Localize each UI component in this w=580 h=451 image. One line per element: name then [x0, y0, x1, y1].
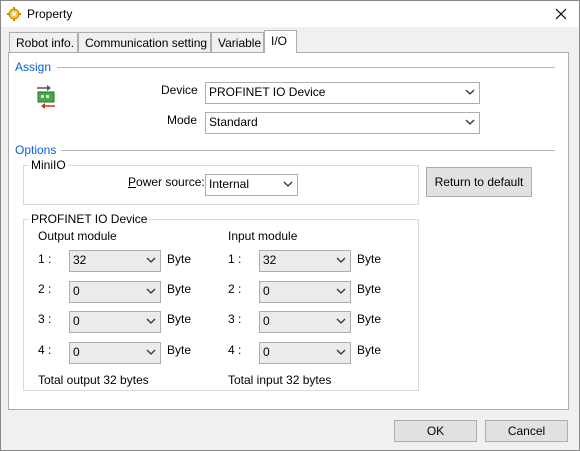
- output-row-index: 3 :: [38, 312, 52, 326]
- tab-label: Variable: [218, 36, 262, 50]
- mode-label: Mode: [167, 113, 198, 127]
- output-module-4-select[interactable]: 0: [69, 342, 161, 364]
- output-module-3-value: 0: [73, 314, 80, 328]
- chevron-down-icon: [336, 349, 346, 355]
- options-divider: [61, 150, 555, 151]
- input-module-2-select[interactable]: 0: [259, 281, 351, 303]
- power-source-mnemonic: P: [128, 175, 137, 189]
- power-source-label: Power source:: [128, 175, 205, 189]
- window-title: Property: [27, 7, 73, 21]
- io-tab-panel: Assign Device PROFINET IO Device Mode St…: [8, 52, 569, 410]
- chevron-down-icon: [336, 288, 346, 294]
- output-row-index: 1 :: [38, 252, 52, 266]
- total-output-text: Total output 32 bytes: [38, 373, 149, 387]
- mode-select[interactable]: Standard: [205, 112, 480, 134]
- tab-label: I/O: [271, 34, 288, 48]
- ok-button[interactable]: OK: [394, 420, 477, 442]
- chevron-down-icon: [336, 257, 346, 263]
- chevron-down-icon: [146, 349, 156, 355]
- output-row-index: 4 :: [38, 343, 52, 357]
- tab-label: Robot info.: [16, 36, 75, 50]
- chevron-down-icon: [146, 318, 156, 324]
- input-module-1-select[interactable]: 32: [259, 250, 351, 272]
- ok-button-label: OK: [426, 424, 445, 438]
- input-row-index: 2 :: [228, 282, 242, 296]
- title-bar: Property: [1, 1, 579, 27]
- chevron-down-icon: [146, 288, 156, 294]
- tab-communication-setting[interactable]: Communication setting: [78, 32, 211, 52]
- tab-variable[interactable]: Variable: [211, 32, 264, 52]
- return-to-default-button[interactable]: Return to default: [426, 167, 532, 197]
- device-label: Device: [161, 83, 198, 97]
- power-source-label-rest: ower source:: [136, 175, 205, 189]
- output-module-1-select[interactable]: 32: [69, 250, 161, 272]
- input-row-index: 1 :: [228, 252, 242, 266]
- input-module-1-value: 32: [263, 253, 277, 267]
- input-row-index: 3 :: [228, 312, 242, 326]
- io-device-icon: [37, 85, 55, 109]
- close-button[interactable]: [547, 3, 575, 25]
- property-dialog: Property Robot info. Communication setti…: [0, 0, 580, 451]
- app-icon: [7, 7, 21, 21]
- input-row-unit: Byte: [357, 252, 382, 266]
- output-module-heading: Output module: [38, 229, 117, 243]
- power-source-value: Internal: [209, 177, 250, 191]
- return-to-default-label: Return to default: [434, 175, 524, 189]
- input-module-3-select[interactable]: 0: [259, 311, 351, 333]
- power-source-select[interactable]: Internal: [205, 174, 298, 196]
- output-module-3-select[interactable]: 0: [69, 311, 161, 333]
- input-module-heading: Input module: [228, 229, 298, 243]
- tab-io[interactable]: I/O: [264, 30, 297, 53]
- profinet-group-title: PROFINET IO Device: [29, 212, 150, 226]
- tab-label: Communication setting: [85, 36, 208, 50]
- chevron-down-icon: [336, 318, 346, 324]
- minio-group-title: MiniIO: [29, 158, 68, 172]
- total-input-text: Total input 32 bytes: [228, 373, 332, 387]
- input-row-unit: Byte: [357, 343, 382, 357]
- chevron-down-icon: [465, 119, 475, 125]
- output-row-unit: Byte: [167, 312, 192, 326]
- output-module-2-value: 0: [73, 284, 80, 298]
- chevron-down-icon: [283, 181, 293, 187]
- input-module-4-value: 0: [263, 345, 270, 359]
- output-row-unit: Byte: [167, 343, 192, 357]
- input-row-unit: Byte: [357, 312, 382, 326]
- input-module-4-select[interactable]: 0: [259, 342, 351, 364]
- input-row-unit: Byte: [357, 282, 382, 296]
- cancel-button[interactable]: Cancel: [485, 420, 568, 442]
- chevron-down-icon: [146, 257, 156, 263]
- chevron-down-icon: [465, 89, 475, 95]
- output-module-1-value: 32: [73, 253, 87, 267]
- device-select-value: PROFINET IO Device: [209, 85, 326, 99]
- input-module-2-value: 0: [263, 284, 270, 298]
- assign-divider: [57, 67, 555, 68]
- output-row-unit: Byte: [167, 252, 192, 266]
- close-icon: [555, 8, 567, 20]
- assign-heading: Assign: [15, 60, 52, 74]
- profinet-group: [23, 219, 419, 391]
- output-module-4-value: 0: [73, 345, 80, 359]
- mode-select-value: Standard: [209, 115, 258, 129]
- input-row-index: 4 :: [228, 343, 242, 357]
- options-heading: Options: [15, 143, 57, 157]
- input-module-3-value: 0: [263, 314, 270, 328]
- device-select[interactable]: PROFINET IO Device: [205, 82, 480, 104]
- output-module-2-select[interactable]: 0: [69, 281, 161, 303]
- cancel-button-label: Cancel: [507, 424, 546, 438]
- output-row-index: 2 :: [38, 282, 52, 296]
- tab-robot-info[interactable]: Robot info.: [9, 32, 78, 52]
- output-row-unit: Byte: [167, 282, 192, 296]
